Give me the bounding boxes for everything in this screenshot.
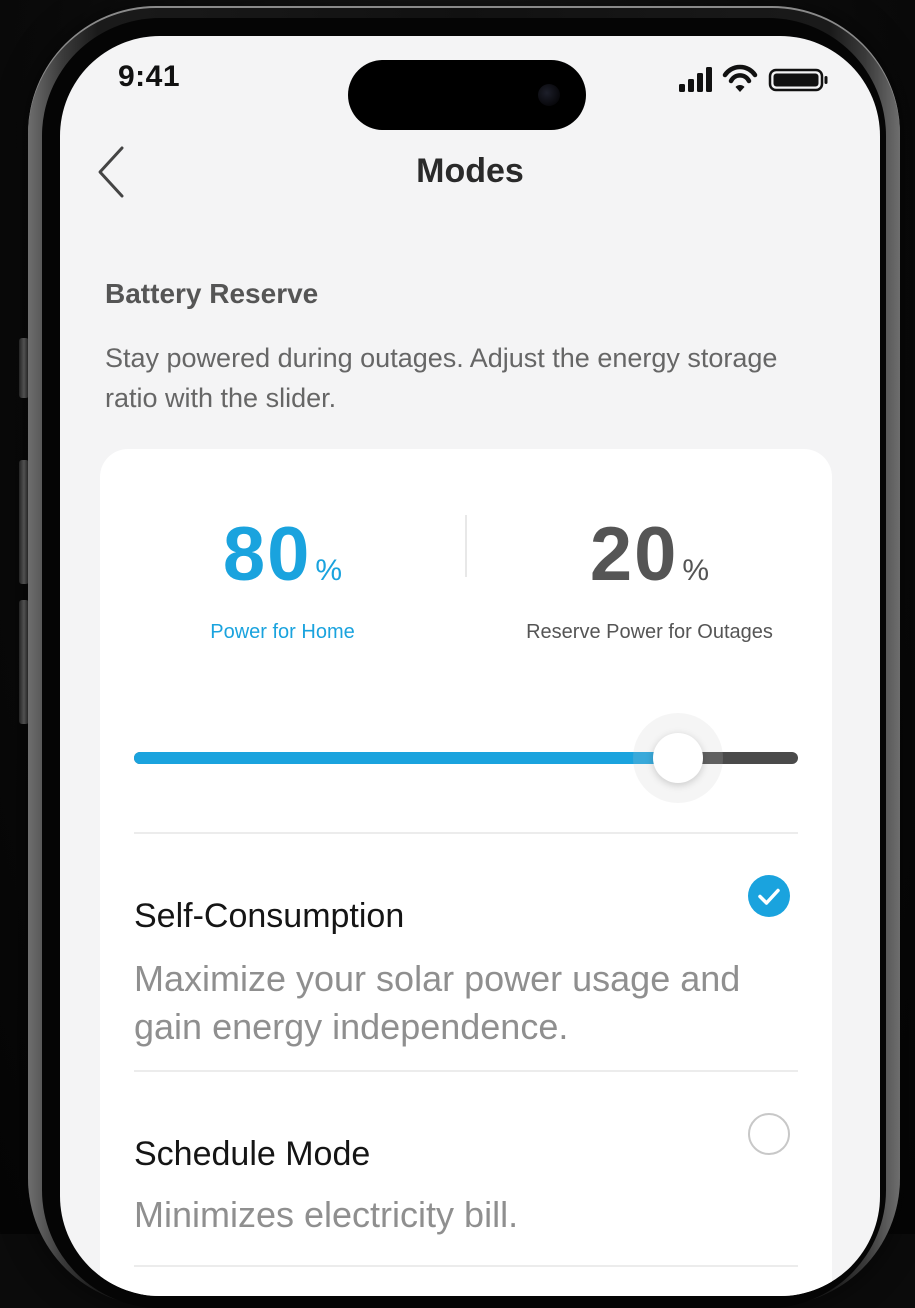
radio-circle-icon[interactable]	[748, 1113, 790, 1155]
divider	[134, 1070, 798, 1072]
slider-fill	[134, 752, 679, 764]
reserve-percent-number: 20	[589, 512, 679, 597]
mode-title: Self-Consumption	[134, 897, 405, 935]
mode-description: Maximize your solar power usage and gain…	[134, 958, 741, 1047]
divider	[134, 1265, 798, 1267]
cellular-signal-icon	[679, 67, 712, 92]
modes-card: 80% 20% Power for Home Reserve Power for…	[100, 449, 832, 1296]
home-percent-number: 80	[222, 512, 312, 597]
home-percent-unit: %	[315, 554, 343, 587]
page-title: Modes	[416, 152, 524, 190]
reserve-power-label: Reserve Power for Outages	[526, 621, 773, 643]
wifi-icon	[722, 64, 758, 92]
home-power-label: Power for Home	[210, 621, 355, 643]
status-icons	[679, 64, 828, 92]
status-time: 9:41	[118, 60, 181, 93]
mode-description: Minimizes electricity bill.	[134, 1194, 519, 1235]
mode-option-schedule[interactable]: Schedule Mode Minimizes electricity bill…	[134, 1095, 798, 1235]
battery-icon	[768, 68, 828, 92]
screen: 9:41 Modes Battery Reserve Stay powered …	[60, 36, 880, 1296]
dynamic-island	[348, 60, 586, 130]
mode-option-self-consumption[interactable]: Self-Consumption Maximize your solar pow…	[134, 869, 798, 1069]
section-description: Stay powered during outages. Adjust the …	[105, 343, 778, 413]
home-power-value: 80%	[100, 511, 465, 601]
reserve-slider[interactable]	[134, 713, 798, 803]
reserve-power-value: 20%	[467, 511, 832, 601]
reserve-percent-unit: %	[682, 554, 710, 587]
check-circle-icon[interactable]	[748, 875, 790, 917]
divider	[134, 832, 798, 834]
front-camera-icon	[538, 84, 560, 106]
section-title: Battery Reserve	[105, 278, 319, 309]
mode-title: Schedule Mode	[134, 1135, 371, 1173]
